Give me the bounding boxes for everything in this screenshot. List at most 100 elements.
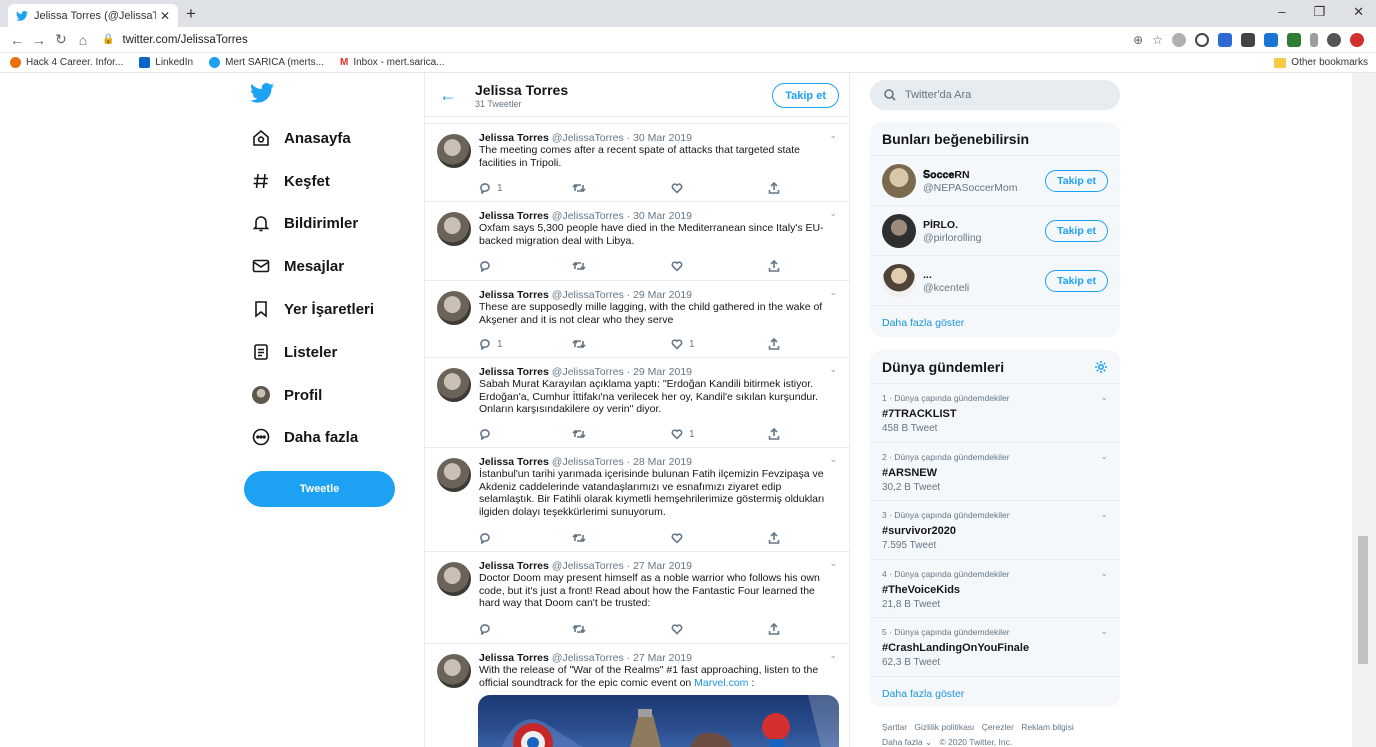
suggestion-name[interactable]: PİRLO. xyxy=(923,219,958,231)
tweet[interactable]: Jelissa Torres @JelissaTorres · 28 Mar 2… xyxy=(425,448,849,552)
new-tab-button[interactable]: + xyxy=(186,4,196,24)
tweet-date[interactable]: 30 Mar 2019 xyxy=(633,132,692,144)
reply-button[interactable]: 1 xyxy=(479,338,503,350)
tweet-menu-chevron-down-icon[interactable]: ⌄ xyxy=(829,650,837,661)
reply-button[interactable]: 1 xyxy=(479,182,503,194)
page-scrollbar[interactable] xyxy=(1352,73,1376,747)
chevron-down-icon[interactable]: ⌄ xyxy=(1100,451,1108,462)
share-button[interactable] xyxy=(768,260,780,272)
minimize-icon[interactable]: – xyxy=(1278,4,1285,20)
tweet[interactable]: Jelissa Torres @JelissaTorres · 30 Mar 2… xyxy=(425,202,849,281)
suggestion-item[interactable]: PİRLO. @pirlorolling Takip et xyxy=(870,206,1120,256)
retweet-button[interactable] xyxy=(572,260,592,272)
tweet-handle[interactable]: @JelissaTorres xyxy=(552,289,624,301)
tweet-menu-chevron-down-icon[interactable]: ⌄ xyxy=(829,364,837,375)
like-button[interactable]: 1 xyxy=(671,338,695,350)
tweet-button[interactable]: Tweetle xyxy=(244,471,395,507)
avatar[interactable] xyxy=(437,562,471,596)
other-bookmarks[interactable]: Other bookmarks xyxy=(1274,57,1368,68)
search-box[interactable]: Twitter'da Ara xyxy=(870,80,1120,110)
tweet[interactable]: Jelissa Torres @JelissaTorres · 30 Mar 2… xyxy=(425,124,849,202)
tweet-menu-chevron-down-icon[interactable]: ⌄ xyxy=(829,454,837,465)
bookmark-item[interactable]: LinkedIn xyxy=(139,57,193,68)
star-icon[interactable]: ☆ xyxy=(1152,33,1163,47)
nav-item-notifications[interactable]: Bildirimler xyxy=(250,212,358,234)
suggestion-name[interactable]: ... xyxy=(923,269,932,281)
tweet-author-name[interactable]: Jelissa Torres xyxy=(479,289,549,301)
tweet-handle[interactable]: @JelissaTorres xyxy=(552,132,624,144)
share-button[interactable] xyxy=(768,623,780,635)
nav-item-messages[interactable]: Mesajlar xyxy=(250,255,344,277)
tweet-author-name[interactable]: Jelissa Torres xyxy=(479,132,549,144)
suggestion-name[interactable]: 𝐒𝐨𝐜𝐜𝐞RN xyxy=(923,169,970,182)
share-button[interactable] xyxy=(768,532,780,544)
tweet[interactable]: Jelissa Torres @JelissaTorres · 27 Mar 2… xyxy=(425,644,849,747)
retweet-button[interactable] xyxy=(572,338,592,350)
show-more-link[interactable]: Daha fazla göster xyxy=(870,677,1120,708)
block-icon[interactable] xyxy=(1195,32,1209,47)
like-button[interactable] xyxy=(671,623,689,635)
retweet-button[interactable] xyxy=(572,428,592,440)
bookmark-item[interactable]: Hack 4 Career. Infor... xyxy=(10,57,123,68)
nav-item-more[interactable]: Daha fazla xyxy=(250,426,358,448)
back-icon[interactable]: ← xyxy=(6,29,28,51)
home-browser-icon[interactable]: ⌂ xyxy=(72,29,94,51)
nav-item-lists[interactable]: Listeler xyxy=(250,341,337,363)
extension-icon[interactable] xyxy=(1264,32,1278,47)
tweet-handle[interactable]: @JelissaTorres xyxy=(552,210,624,222)
retweet-button[interactable] xyxy=(572,532,592,544)
tweet-media-image[interactable] xyxy=(478,695,839,747)
tweet-author-name[interactable]: Jelissa Torres xyxy=(479,560,549,572)
trend-item[interactable]: 4 · Dünya çapında gündemdekiler #TheVoic… xyxy=(870,560,1120,618)
tweet-handle[interactable]: @JelissaTorres xyxy=(552,652,624,664)
tweet-menu-chevron-down-icon[interactable]: ⌄ xyxy=(829,287,837,298)
tweet-author-name[interactable]: Jelissa Torres xyxy=(479,366,549,378)
trend-item[interactable]: 2 · Dünya çapında gündemdekiler #ARSNEW … xyxy=(870,443,1120,501)
tweet-author-name[interactable]: Jelissa Torres xyxy=(479,652,549,664)
gear-icon[interactable] xyxy=(1094,360,1108,374)
tweet-date[interactable]: 29 Mar 2019 xyxy=(633,366,692,378)
tweet[interactable]: Jelissa Torres @JelissaTorres · 29 Mar 2… xyxy=(425,358,849,448)
extension-icon[interactable] xyxy=(1350,32,1364,47)
twitter-logo-icon[interactable] xyxy=(250,83,274,103)
share-button[interactable] xyxy=(768,182,780,194)
window-close-icon[interactable]: ✕ xyxy=(1353,4,1364,20)
like-button[interactable]: 1 xyxy=(671,428,695,440)
retweet-button[interactable] xyxy=(572,623,592,635)
show-more-link[interactable]: Daha fazla göster xyxy=(870,306,1120,337)
reply-button[interactable] xyxy=(479,623,497,635)
trend-item[interactable]: 1 · Dünya çapında gündemdekiler #7TRACKL… xyxy=(870,384,1120,443)
footer-link[interactable]: Şartlar xyxy=(882,722,907,732)
extension-icon[interactable] xyxy=(1241,32,1255,47)
extension-icon[interactable] xyxy=(1172,32,1186,47)
trend-item[interactable]: 3 · Dünya çapında gündemdekiler #survivo… xyxy=(870,501,1120,560)
tweet-author-name[interactable]: Jelissa Torres xyxy=(479,456,549,468)
bookmark-item[interactable]: Mert SARICA (merts... xyxy=(209,57,324,68)
tweet-link[interactable]: Marvel.com xyxy=(694,677,748,689)
reply-button[interactable] xyxy=(479,532,497,544)
extension-icon[interactable] xyxy=(1310,32,1318,47)
reply-button[interactable] xyxy=(479,260,497,272)
browser-tab[interactable]: Jelissa Torres (@JelissaTorres) / T ✕ xyxy=(8,4,178,27)
avatar[interactable] xyxy=(437,134,471,168)
reload-icon[interactable]: ↻ xyxy=(50,29,72,51)
tweet-date[interactable]: 27 Mar 2019 xyxy=(633,652,692,664)
chevron-down-icon[interactable]: ⌄ xyxy=(1100,568,1108,579)
retweet-button[interactable] xyxy=(572,182,592,194)
reply-button[interactable] xyxy=(479,428,497,440)
tweet-menu-chevron-down-icon[interactable]: ⌄ xyxy=(829,558,837,569)
avatar[interactable] xyxy=(437,368,471,402)
follow-button[interactable]: Takip et xyxy=(1045,220,1108,242)
follow-button[interactable]: Takip et xyxy=(772,83,839,108)
follow-button[interactable]: Takip et xyxy=(1045,270,1108,292)
avatar[interactable] xyxy=(437,458,471,492)
forward-icon[interactable]: → xyxy=(28,29,50,51)
footer-link[interactable]: Çerezler xyxy=(982,722,1014,732)
nav-item-profile[interactable]: Profil xyxy=(250,384,322,406)
trend-item[interactable]: 5 · Dünya çapında gündemdekiler #CrashLa… xyxy=(870,618,1120,677)
tweet-handle[interactable]: @JelissaTorres xyxy=(552,456,624,468)
user-avatar-icon[interactable] xyxy=(1327,32,1341,47)
avatar[interactable] xyxy=(882,264,916,298)
nav-item-bookmarks[interactable]: Yer İşaretleri xyxy=(250,298,374,320)
footer-link[interactable]: Reklam bilgisi xyxy=(1021,722,1073,732)
